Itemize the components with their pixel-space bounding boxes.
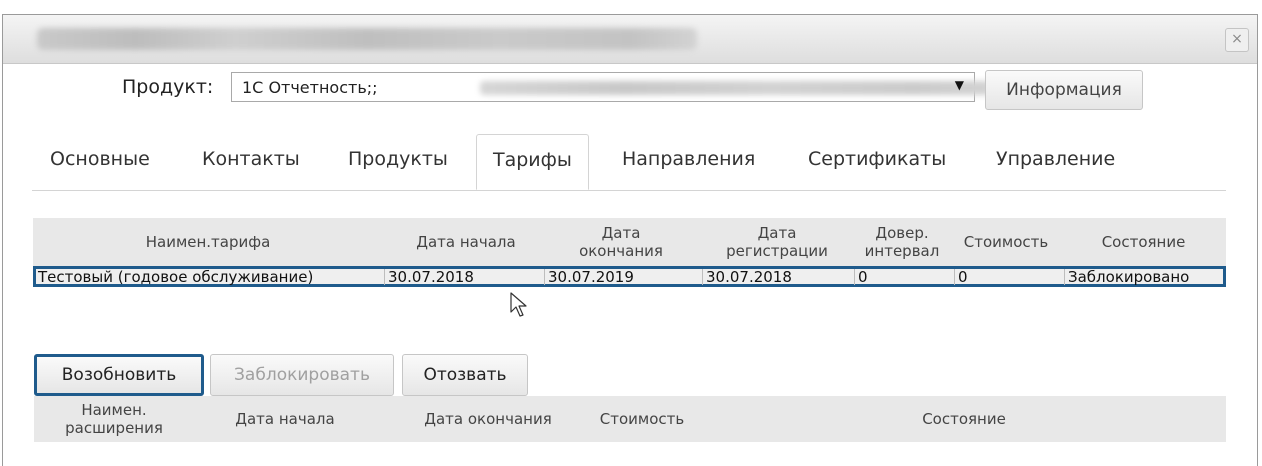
col-start-date[interactable]: Дата начала: [391, 233, 541, 251]
tab-management[interactable]: Управление: [996, 148, 1115, 170]
col-ext-start-date[interactable]: Дата начала: [200, 410, 370, 428]
cell-tariff-name: Тестовый (годовое обслуживание): [38, 268, 314, 286]
product-value: 1С Отчетность;;: [242, 78, 378, 97]
close-icon: ×: [1231, 31, 1243, 47]
col-tariff-name[interactable]: Наимен.тарифа: [33, 233, 383, 251]
tab-main[interactable]: Основные: [50, 148, 150, 170]
tab-directions[interactable]: Направления: [622, 148, 755, 170]
col-trust-line2: интервал: [864, 242, 940, 260]
info-button[interactable]: Информация: [985, 70, 1143, 110]
blurred-product-text: [480, 81, 1060, 95]
col-ext-name-line2: расширения: [65, 419, 163, 437]
revoke-button[interactable]: Отозвать: [402, 354, 528, 396]
extensions-table-header: Наимен. расширения Дата начала Дата окон…: [34, 396, 1226, 442]
blurred-title: [37, 28, 697, 50]
cell-end-date: 30.07.2019: [544, 269, 634, 285]
col-state[interactable]: Состояние: [1061, 233, 1226, 251]
col-trust-line1: Довер.: [875, 224, 929, 242]
col-ext-cost[interactable]: Стоимость: [582, 410, 702, 428]
col-reg-date[interactable]: Дата регистрации: [701, 224, 853, 260]
col-ext-end-date[interactable]: Дата окончания: [398, 410, 578, 428]
renew-button[interactable]: Возобновить: [34, 354, 204, 396]
tab-products[interactable]: Продукты: [348, 148, 448, 170]
cell-trust-interval: 0: [854, 269, 868, 285]
tab-tariffs[interactable]: Тарифы: [476, 134, 589, 190]
dropdown-arrow-icon: ▼: [954, 78, 964, 92]
col-reg-date-line1: Дата: [757, 224, 797, 242]
mouse-cursor-icon: [510, 292, 527, 317]
product-select[interactable]: 1С Отчетность;; ▼: [231, 72, 1060, 102]
tab-contacts[interactable]: Контакты: [202, 148, 300, 170]
product-row: Продукт: 1С Отчетность;; ▼ Информация: [0, 70, 1254, 110]
product-label: Продукт:: [122, 76, 214, 98]
col-trust-interval[interactable]: Довер. интервал: [853, 224, 951, 260]
cell-start-date: 30.07.2018: [384, 269, 474, 285]
dialog-titlebar: ×: [3, 15, 1257, 64]
col-ext-name[interactable]: Наимен. расширения: [34, 401, 194, 437]
col-reg-date-line2: регистрации: [726, 242, 828, 260]
cell-reg-date: 30.07.2018: [702, 269, 792, 285]
tab-bar: Основные Контакты Продукты Тарифы Направ…: [32, 134, 1226, 191]
cell-state: Заблокировано: [1064, 269, 1189, 285]
col-end-date-line2: окончания: [579, 242, 663, 260]
col-cost[interactable]: Стоимость: [951, 233, 1061, 251]
table-row[interactable]: Тестовый (годовое обслуживание) 30.07.20…: [33, 266, 1226, 287]
col-ext-state[interactable]: Состояние: [702, 410, 1226, 428]
col-end-date-line1: Дата: [601, 224, 641, 242]
tab-certificates[interactable]: Сертификаты: [808, 148, 946, 170]
cell-cost: 0: [954, 269, 968, 285]
tariffs-table-header: Наимен.тарифа Дата начала Дата окончания…: [33, 218, 1226, 266]
block-button[interactable]: Заблокировать: [210, 354, 394, 396]
tariffs-table: Наимен.тарифа Дата начала Дата окончания…: [33, 218, 1226, 287]
col-ext-name-line1: Наимен.: [81, 401, 147, 419]
close-button[interactable]: ×: [1225, 28, 1249, 52]
col-end-date[interactable]: Дата окончания: [541, 224, 701, 260]
